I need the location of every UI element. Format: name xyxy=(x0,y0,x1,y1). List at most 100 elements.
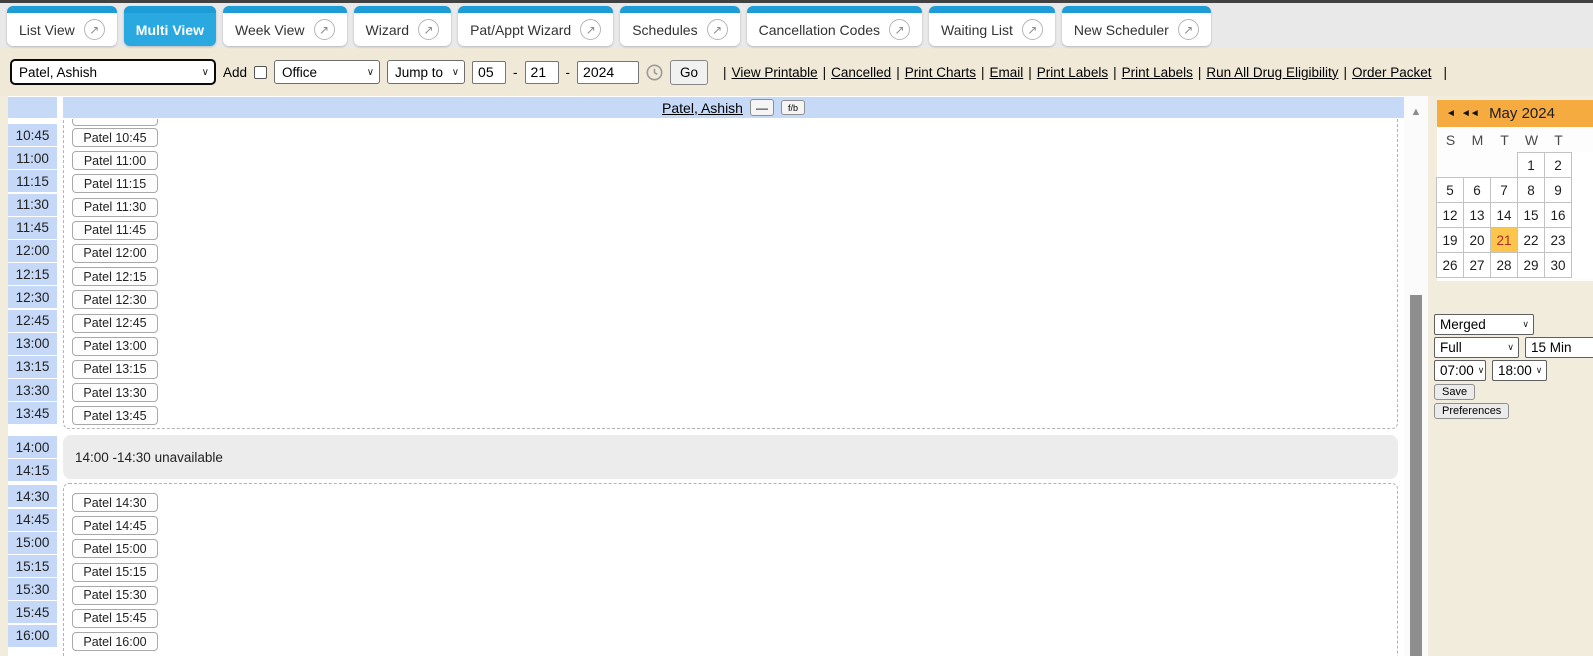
calendar-day[interactable]: 28 xyxy=(1490,252,1518,278)
external-link-icon[interactable]: ↗ xyxy=(84,19,105,40)
calendar-day[interactable]: 15 xyxy=(1517,202,1545,228)
appointment-slot-button[interactable]: Patel 13:45 xyxy=(72,406,158,425)
end-time-select[interactable]: 18:00 ∨ xyxy=(1492,360,1547,381)
appointment-slot-button[interactable]: Patel 11:00 xyxy=(72,151,158,170)
appointment-slot-button[interactable]: Patel 11:45 xyxy=(72,221,158,240)
scrollbar-thumb[interactable] xyxy=(1410,295,1422,656)
provider-header-link[interactable]: Patel, Ashish xyxy=(662,100,743,116)
appointment-slot-button[interactable]: Patel 10:45 xyxy=(72,128,158,147)
appointment-slot-button[interactable]: Patel 15:45 xyxy=(72,609,158,628)
tab-list-view[interactable]: List View↗ xyxy=(7,6,117,46)
size-select[interactable]: Full ∨ xyxy=(1434,337,1519,358)
appointment-slot-button[interactable]: Patel 12:00 xyxy=(72,244,158,263)
calendar-day[interactable]: 26 xyxy=(1436,252,1464,278)
toolbar-link[interactable]: Print Labels xyxy=(1037,65,1108,80)
appointment-slot-button[interactable]: Patel 16:00 xyxy=(72,632,158,651)
tab-new-scheduler[interactable]: New Scheduler ↗ xyxy=(1062,6,1211,46)
toolbar-link[interactable]: Order Packet xyxy=(1352,65,1432,80)
toolbar-link[interactable]: Cancelled xyxy=(831,65,891,80)
appointment-slot-button[interactable]: Patel 14:30 xyxy=(72,493,158,512)
calendar-day[interactable]: 21 xyxy=(1490,227,1518,253)
calendar-day[interactable]: 23 xyxy=(1544,227,1572,253)
provider-column-header: Patel, Ashish — f/b xyxy=(63,97,1404,118)
date-day-input[interactable] xyxy=(525,61,559,84)
date-year-input[interactable] xyxy=(577,61,639,84)
tab-wizard[interactable]: Wizard↗ xyxy=(354,6,452,46)
calendar-day[interactable]: 9 xyxy=(1544,177,1572,203)
scroll-up-icon[interactable]: ▲ xyxy=(1404,106,1428,118)
toolbar-link[interactable]: Print Labels xyxy=(1122,65,1193,80)
appointment-slot-button[interactable]: Patel 14:45 xyxy=(72,516,158,535)
external-link-icon[interactable]: ↗ xyxy=(1178,19,1199,40)
tab-waiting-list[interactable]: Waiting List↗ xyxy=(929,6,1055,46)
external-link-icon[interactable]: ↗ xyxy=(707,19,728,40)
calendar-day[interactable]: 7 xyxy=(1490,177,1518,203)
appointment-slot-button[interactable]: Patel 12:30 xyxy=(72,290,158,309)
calendar-day[interactable]: 13 xyxy=(1463,202,1491,228)
calendar-day[interactable]: 20 xyxy=(1463,227,1491,253)
external-link-icon[interactable]: ↗ xyxy=(889,19,910,40)
link-separator: | xyxy=(981,65,985,80)
tab-week-view[interactable]: Week View ↗ xyxy=(223,6,347,46)
external-link-icon[interactable]: ↗ xyxy=(314,19,335,40)
chevron-down-icon: ∨ xyxy=(1522,319,1529,330)
calendar-day[interactable]: 14 xyxy=(1490,202,1518,228)
time-label: 14:45 xyxy=(8,509,57,531)
calendar-day[interactable]: 2 xyxy=(1544,152,1572,178)
appointment-slot-button[interactable]: Patel 15:00 xyxy=(72,539,158,558)
appointment-slot-button[interactable]: Patel 12:15 xyxy=(72,267,158,286)
tab-accent-strip xyxy=(223,6,347,13)
calendar-day[interactable]: 5 xyxy=(1436,177,1464,203)
provider-select[interactable]: Patel, Ashish ∨ xyxy=(10,59,216,85)
toolbar-link[interactable]: Print Charts xyxy=(905,65,976,80)
appointment-slot-button[interactable]: Patel 15:15 xyxy=(72,563,158,582)
save-button[interactable]: Save xyxy=(1434,384,1475,400)
preferences-button[interactable]: Preferences xyxy=(1434,403,1509,419)
calendar-day[interactable]: 22 xyxy=(1517,227,1545,253)
go-button[interactable]: Go xyxy=(670,60,708,85)
toolbar-link[interactable]: Run All Drug Eligibility xyxy=(1206,65,1338,80)
calendar-day-cut xyxy=(1571,177,1593,203)
start-time-select[interactable]: 07:00 ∨ xyxy=(1434,360,1486,381)
toolbar-link[interactable]: View Printable xyxy=(732,65,818,80)
appointment-slot-button[interactable]: Patel 11:30 xyxy=(72,198,158,217)
calendar-day[interactable]: 27 xyxy=(1463,252,1491,278)
external-link-icon[interactable]: ↗ xyxy=(1022,19,1043,40)
calendar-day[interactable]: 16 xyxy=(1544,202,1572,228)
calendar-day[interactable]: 8 xyxy=(1517,177,1545,203)
calendar-day[interactable]: 29 xyxy=(1517,252,1545,278)
date-month-input[interactable] xyxy=(472,61,506,84)
tab-label: New Scheduler xyxy=(1074,22,1169,38)
view-mode-select[interactable]: Merged ∨ xyxy=(1434,314,1534,335)
clock-icon[interactable] xyxy=(646,64,663,81)
appointment-slot-button[interactable]: Patel 11:15 xyxy=(72,174,158,193)
collapse-column-button[interactable]: — xyxy=(750,99,774,116)
tab-cancellation-codes[interactable]: Cancellation Codes↗ xyxy=(747,6,922,46)
unavailable-block: 14:00 -14:30 unavailable xyxy=(63,435,1398,479)
time-label: 13:45 xyxy=(8,402,57,424)
calendar-day[interactable]: 30 xyxy=(1544,252,1572,278)
add-checkbox[interactable] xyxy=(254,66,267,79)
appointment-slot-button[interactable]: Patel 13:00 xyxy=(72,337,158,356)
appointment-slot-button[interactable]: Patel 12:45 xyxy=(72,314,158,333)
external-link-icon[interactable]: ↗ xyxy=(418,19,439,40)
calendar-day[interactable]: 19 xyxy=(1436,227,1464,253)
tab-pat-appt-wizard[interactable]: Pat/Appt Wizard↗ xyxy=(458,6,613,46)
office-select[interactable]: Office ∨ xyxy=(274,60,380,84)
appointment-slot-button-partial[interactable] xyxy=(72,119,158,126)
schedule-scrollbar[interactable]: ▲ xyxy=(1404,96,1428,656)
jump-to-select[interactable]: Jump to ∨ xyxy=(387,60,465,84)
tab-multi-view[interactable]: Multi View xyxy=(124,6,216,46)
tab-label: Week View xyxy=(235,22,305,38)
calendar-day[interactable]: 6 xyxy=(1463,177,1491,203)
fb-button[interactable]: f/b xyxy=(781,100,805,115)
appointment-slot-button[interactable]: Patel 15:30 xyxy=(72,586,158,605)
appointment-slot-button[interactable]: Patel 13:30 xyxy=(72,383,158,402)
interval-select[interactable]: 15 Min xyxy=(1525,337,1593,358)
calendar-day[interactable]: 1 xyxy=(1517,152,1545,178)
calendar-day[interactable]: 12 xyxy=(1436,202,1464,228)
appointment-slot-button[interactable]: Patel 13:15 xyxy=(72,360,158,379)
toolbar-link[interactable]: Email xyxy=(990,65,1024,80)
tab-schedules[interactable]: Schedules↗ xyxy=(620,6,739,46)
external-link-icon[interactable]: ↗ xyxy=(580,19,601,40)
